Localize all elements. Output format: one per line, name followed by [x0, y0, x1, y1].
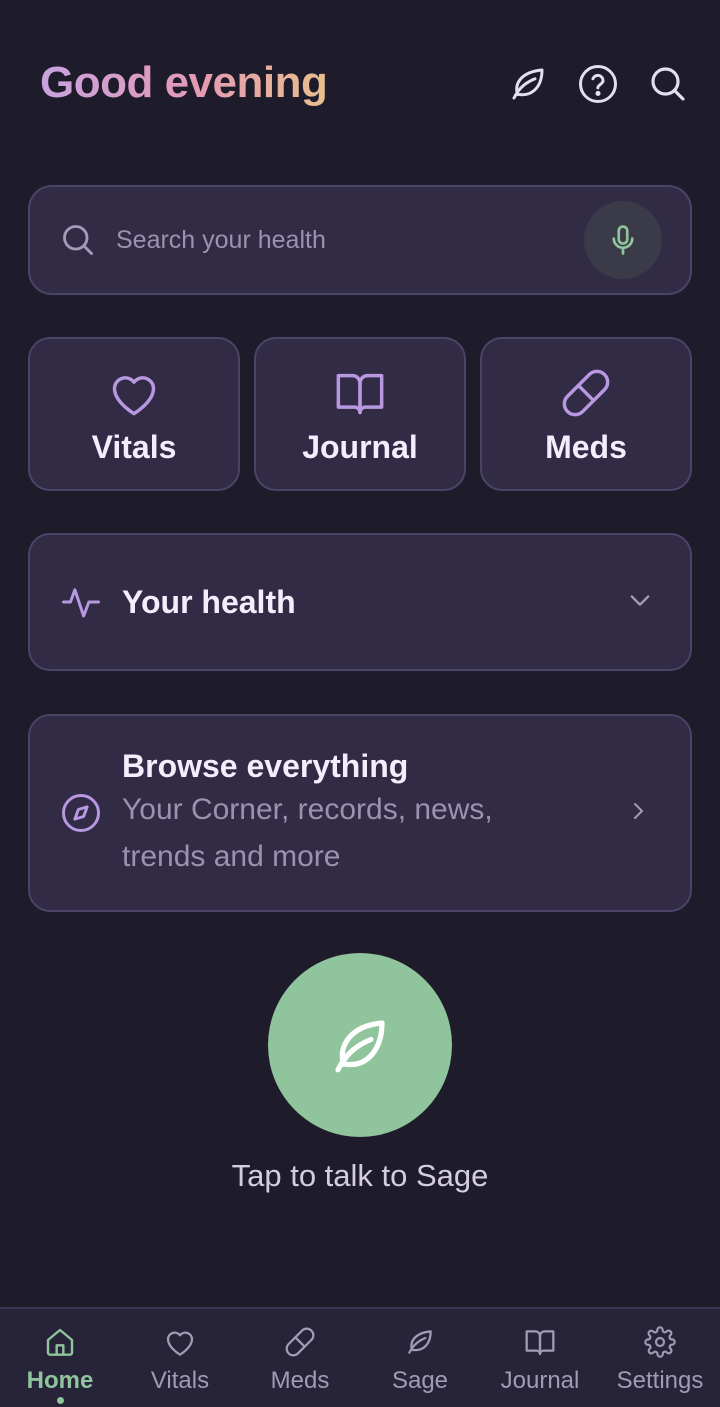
book-open-icon [334, 367, 386, 419]
pill-icon [560, 367, 612, 419]
heart-icon [108, 367, 160, 419]
nav-item-settings[interactable]: Settings [600, 1309, 720, 1407]
microphone-icon [612, 225, 634, 255]
chevron-right-icon [626, 797, 650, 830]
activity-icon [60, 581, 104, 623]
book-open-icon [524, 1325, 556, 1359]
browse-title: Browse everything [122, 748, 409, 784]
nav-label: Sage [391, 1367, 449, 1394]
microphone-button[interactable] [584, 201, 662, 279]
tile-meds[interactable]: Meds [480, 337, 692, 491]
nav-label: Vitals [150, 1367, 210, 1394]
tile-label: Vitals [91, 428, 177, 465]
help-circle-icon[interactable] [576, 62, 620, 106]
tile-journal[interactable]: Journal [254, 337, 466, 491]
talk-to-sage-button[interactable] [268, 953, 452, 1137]
greeting-title: Good evening [40, 58, 328, 107]
quick-actions: Vitals Journal Meds [28, 337, 692, 491]
tile-vitals[interactable]: Vitals [28, 337, 240, 491]
bottom-navigation: Home Vitals Meds Sage Journal Settings [0, 1307, 720, 1407]
active-indicator [56, 1397, 64, 1404]
nav-item-meds[interactable]: Meds [240, 1309, 360, 1407]
pill-icon [284, 1325, 316, 1359]
search-icon[interactable] [646, 62, 690, 106]
tile-label: Journal [302, 428, 418, 465]
leaf-icon[interactable] [506, 62, 550, 106]
section-title: Your health [122, 583, 296, 620]
leaf-icon [404, 1325, 436, 1359]
nav-item-vitals[interactable]: Vitals [120, 1309, 240, 1407]
browse-subtitle: Your Corner, records, news, trends and m… [122, 793, 493, 873]
nav-label: Journal [500, 1367, 580, 1394]
sage-caption: Tap to talk to Sage [231, 1158, 489, 1193]
nav-item-home[interactable]: Home [0, 1309, 120, 1407]
search-bar[interactable]: Search your health [28, 185, 692, 295]
nav-item-sage[interactable]: Sage [360, 1309, 480, 1407]
search-icon [60, 222, 96, 258]
tile-label: Meds [545, 428, 627, 465]
nav-item-journal[interactable]: Journal [480, 1309, 600, 1407]
home-screen: Good evening Search your health Vitals J… [0, 0, 720, 1407]
your-health-section[interactable]: Your health [28, 533, 692, 671]
compass-icon [60, 792, 104, 834]
heart-icon [164, 1325, 196, 1359]
search-input[interactable]: Search your health [116, 226, 584, 255]
nav-label: Meds [270, 1367, 330, 1394]
nav-label: Settings [616, 1367, 704, 1394]
gear-icon [644, 1325, 676, 1359]
browse-everything-card[interactable]: Browse everything Your Corner, records, … [28, 714, 692, 912]
leaf-icon [335, 1020, 385, 1073]
header-actions [506, 62, 690, 106]
chevron-down-icon[interactable] [626, 586, 654, 619]
home-icon [44, 1325, 76, 1359]
nav-label: Home [26, 1367, 94, 1394]
browse-text: Browse everything Your Corner, records, … [122, 746, 626, 880]
